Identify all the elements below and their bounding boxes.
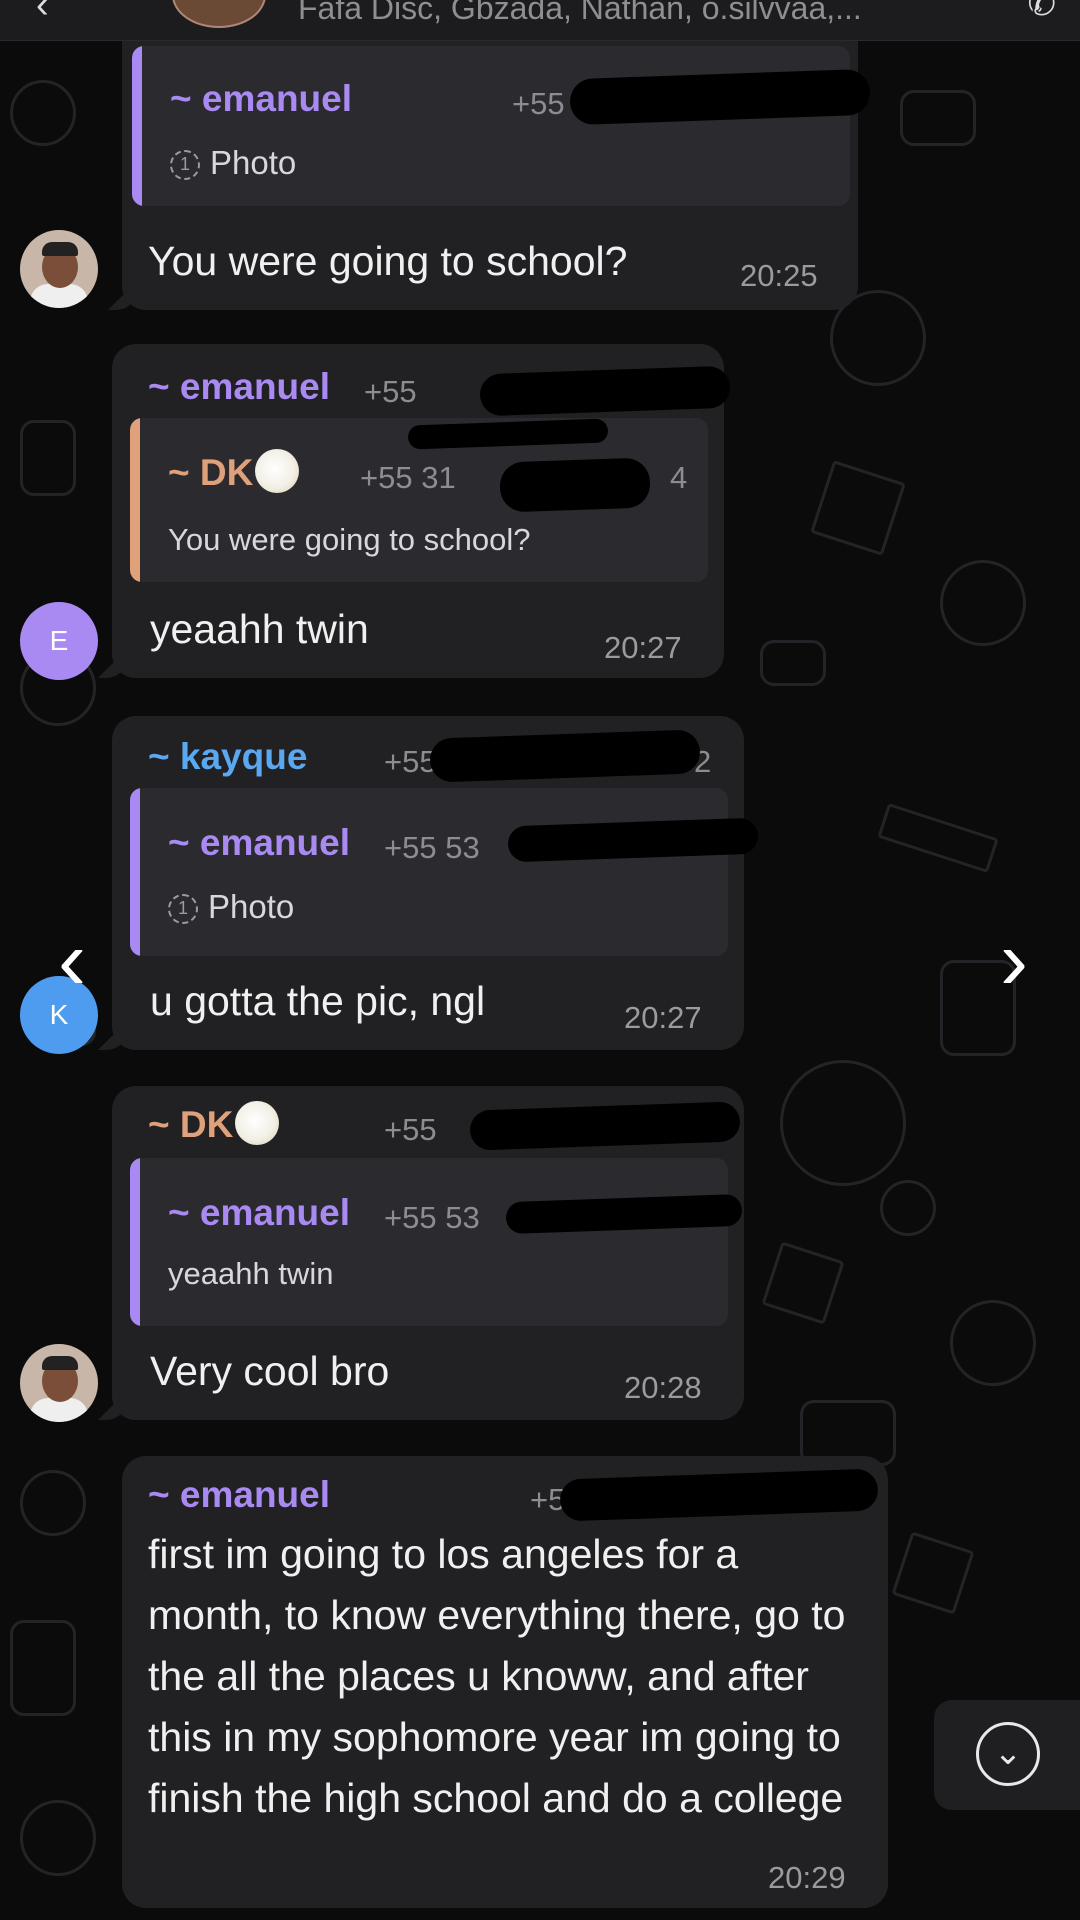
next-arrow-icon[interactable]: ›: [984, 918, 1044, 1002]
message-time: 20:29: [768, 1860, 846, 1895]
quote-sender-name: ~ emanuel: [168, 822, 351, 863]
reply-quote[interactable]: ~ emanuel +55 53 1 Photo: [130, 788, 728, 956]
cloud-emoji-icon: [235, 1101, 280, 1146]
message-text: Very cool bro: [150, 1348, 390, 1394]
quote-text: 1 Photo: [168, 888, 294, 926]
message-text: first im going to los angeles for a mont…: [148, 1531, 846, 1821]
chevron-down-icon: ⌄: [976, 1722, 1040, 1786]
back-arrow-icon[interactable]: ‹: [36, 0, 49, 27]
message-time: 20:25: [740, 258, 818, 293]
quote-sender-name: ~ DK: [168, 449, 300, 497]
sender-avatar[interactable]: E: [20, 602, 98, 680]
quote-text: yeaahh twin: [168, 1256, 334, 1291]
quote-sender-phone: +55 31: [360, 460, 456, 495]
message-time: 20:27: [604, 630, 682, 665]
quote-text: You were going to school?: [168, 522, 531, 557]
chat-header[interactable]: ‹ Fafa Disc, Gbzada, Nathan, o.silvvaa,.…: [0, 0, 1080, 41]
sender-name: ~ kayque: [148, 736, 308, 777]
sender-avatar[interactable]: [20, 1344, 98, 1422]
group-members: Fafa Disc, Gbzada, Nathan, o.silvvaa,...: [298, 0, 862, 26]
redaction: [499, 457, 651, 513]
quote-sender-phone-end: 4: [670, 460, 688, 495]
quote-text: 1 Photo: [170, 144, 296, 182]
view-once-icon: 1: [168, 894, 198, 925]
sender-phone: +55: [384, 744, 437, 779]
redaction: [479, 365, 731, 417]
sender-name: ~ emanuel: [148, 366, 331, 407]
message-text: yeaahh twin: [150, 606, 369, 652]
sender-phone: +55: [364, 374, 417, 409]
call-icon[interactable]: ✆: [1028, 0, 1057, 24]
quote-sender-phone: +55 53: [384, 1200, 480, 1235]
quote-sender-name: ~ emanuel: [168, 1192, 351, 1233]
scroll-to-bottom-button[interactable]: ⌄: [934, 1700, 1080, 1810]
sender-name: ~ emanuel: [148, 1474, 331, 1515]
view-once-icon: 1: [170, 150, 200, 181]
message-text: You were going to school?: [148, 238, 628, 284]
message-time: 20:28: [624, 1370, 702, 1405]
message-time: 20:27: [624, 1000, 702, 1035]
sender-name: ~ DK: [148, 1101, 280, 1149]
reply-quote[interactable]: ~ emanuel +55 5 1 Photo: [132, 46, 850, 206]
bottom-edge: [0, 1908, 1080, 1920]
message-bubble[interactable]: ~ emanuel +5 first im going to los angel…: [122, 1456, 888, 1908]
reply-quote[interactable]: ~ emanuel +55 53 yeaahh twin: [130, 1158, 728, 1326]
sender-avatar[interactable]: [20, 230, 98, 308]
quote-sender-phone: +55 53: [384, 830, 480, 865]
redaction: [429, 729, 701, 783]
message-text: u gotta the pic, ngl: [150, 978, 486, 1024]
sender-phone: +55: [384, 1112, 437, 1147]
quote-sender-name: ~ emanuel: [170, 78, 353, 119]
group-avatar[interactable]: [172, 0, 266, 28]
cloud-emoji-icon: [255, 449, 300, 494]
previous-arrow-icon[interactable]: ‹: [42, 918, 102, 1002]
